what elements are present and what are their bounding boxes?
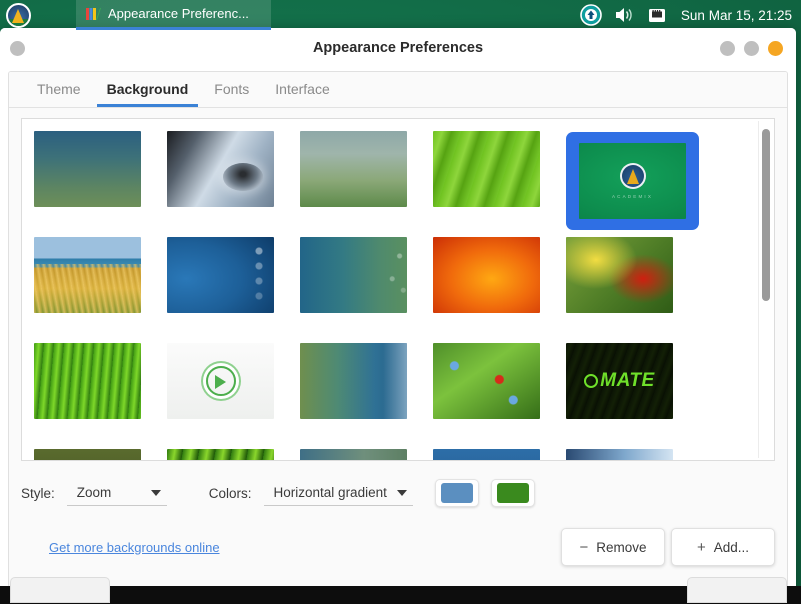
wallpaper-academix-logo-thumbnail: ACADEMIX — [579, 143, 686, 219]
wallpaper-light-blue[interactable] — [566, 449, 699, 460]
remove-button[interactable]: − Remove — [561, 528, 665, 566]
tab-theme[interactable]: Theme — [27, 77, 91, 107]
wallpaper-steel-blue[interactable] — [433, 449, 566, 460]
wallpaper-red-yellow-flower-thumbnail — [566, 237, 673, 313]
wallpaper-blue-wave-thumbnail — [167, 237, 274, 313]
window-control-buttons — [720, 40, 796, 56]
wallpaper-green-stripe-thumbnail — [167, 449, 274, 460]
tab-background[interactable]: Background — [96, 77, 199, 107]
wallpaper-ladybug-flowers-thumbnail — [433, 343, 540, 419]
scrollbar-thumb[interactable] — [762, 129, 770, 301]
primary-color-swatch — [440, 483, 473, 503]
clock[interactable]: Sun Mar 15, 21:25 — [681, 8, 792, 23]
appearance-preferences-window: Appearance Preferences Theme Background … — [0, 28, 796, 588]
background-options-row: Style: Zoom Colors: Horizontal gradient — [21, 469, 775, 517]
selection-frame: ACADEMIX — [566, 132, 699, 230]
network-icon[interactable] — [644, 2, 670, 28]
wallpaper-list-scrollbar[interactable] — [758, 121, 772, 458]
wallpaper-ladybug-flowers[interactable] — [433, 343, 566, 449]
wallpaper-grey-blue-thumbnail — [300, 449, 407, 460]
wallpaper-light-blue-thumbnail — [566, 449, 673, 460]
footer-buttons: − Remove + Add... — [561, 528, 775, 566]
minus-icon: − — [579, 538, 589, 556]
add-button-label: Add... — [713, 539, 750, 555]
wallpaper-list[interactable]: ACADEMIX MATE — [21, 118, 775, 461]
wallpaper-soft-green-haze-thumbnail — [300, 131, 407, 207]
appearance-preferences-icon — [85, 6, 101, 22]
wallpaper-green-grass-thumbnail — [34, 343, 141, 419]
window-titlebar[interactable]: Appearance Preferences — [0, 28, 796, 69]
bottom-panel — [0, 577, 801, 604]
wallpaper-beach-grass-thumbnail — [34, 237, 141, 313]
window-menu-button[interactable] — [10, 40, 25, 56]
wallpaper-water-drop[interactable] — [167, 131, 300, 237]
wallpaper-blue-wave[interactable] — [167, 237, 300, 343]
secondary-color-swatch — [496, 483, 529, 503]
mate-logo-text: MATE — [584, 370, 654, 392]
taskbar-item-appearance-preferences[interactable]: Appearance Preferenc... — [76, 0, 271, 30]
wallpaper-soft-green-haze[interactable] — [300, 131, 433, 237]
wallpaper-blue-green-gradient[interactable] — [34, 131, 167, 237]
wallpaper-mate-logo-thumbnail: MATE — [566, 343, 673, 419]
wallpaper-green-grass[interactable] — [34, 343, 167, 449]
maximize-button[interactable] — [744, 40, 759, 56]
minimize-button[interactable] — [720, 40, 735, 56]
wallpaper-orange-flower-thumbnail — [433, 237, 540, 313]
wallpaper-blue-green-gradient-thumbnail — [34, 131, 141, 207]
wallpaper-red-yellow-flower[interactable] — [566, 237, 699, 343]
bottom-panel-task-left[interactable] — [10, 577, 110, 603]
secondary-color-button[interactable] — [490, 479, 535, 507]
style-dropdown[interactable]: Zoom — [66, 480, 167, 506]
tab-fonts[interactable]: Fonts — [204, 77, 259, 107]
remove-button-label: Remove — [596, 539, 647, 555]
wallpaper-mate-logo[interactable]: MATE — [566, 343, 699, 449]
close-button[interactable] — [768, 40, 783, 56]
wallpaper-green-leaf-thumbnail — [433, 131, 540, 207]
linuxmint-logo-icon — [205, 366, 236, 396]
add-button[interactable]: + Add... — [671, 528, 775, 566]
get-more-backgrounds-link[interactable]: Get more backgrounds online — [49, 540, 220, 555]
colors-dropdown-value: Horizontal gradient — [273, 485, 387, 500]
bottom-panel-task-right[interactable] — [687, 577, 787, 603]
chevron-down-icon — [396, 489, 407, 496]
software-updater-icon[interactable] — [578, 2, 604, 28]
volume-icon[interactable] — [611, 2, 637, 28]
tab-interface[interactable]: Interface — [265, 77, 339, 107]
wallpaper-green-stripe[interactable] — [167, 449, 300, 460]
system-tray: Sun Mar 15, 21:25 — [578, 2, 801, 28]
window-content: Theme Background Fonts Interface ACADEMI… — [8, 71, 788, 588]
wallpaper-orange-flower[interactable] — [433, 237, 566, 343]
style-label: Style: — [21, 485, 55, 501]
footer-row: Get more backgrounds online − Remove + A… — [21, 517, 775, 577]
plus-icon: + — [696, 538, 706, 556]
colors-label: Colors: — [208, 485, 252, 501]
wallpaper-green-leaf[interactable] — [433, 131, 566, 237]
wallpaper-academix-logo[interactable]: ACADEMIX — [566, 131, 699, 237]
wallpaper-teal-gradient[interactable] — [300, 237, 433, 343]
wallpaper-green-blue-gradient-thumbnail — [300, 343, 407, 419]
wallpaper-grid: ACADEMIX MATE — [22, 119, 756, 460]
wallpaper-beach-grass[interactable] — [34, 237, 167, 343]
wallpaper-olive-field-thumbnail — [34, 449, 141, 460]
window-title: Appearance Preferences — [312, 40, 484, 56]
top-panel: Appearance Preferenc... Sun Mar 15, 21:2… — [0, 0, 801, 30]
mate-menu-logo-icon[interactable] — [3, 0, 33, 30]
academix-logo-text: ACADEMIX — [611, 194, 654, 199]
wallpaper-mint-logo-thumbnail — [167, 343, 274, 419]
academix-logo-icon — [619, 163, 646, 189]
wallpaper-steel-blue-thumbnail — [433, 449, 540, 460]
tab-bar: Theme Background Fonts Interface — [9, 72, 787, 108]
primary-color-button[interactable] — [434, 479, 479, 507]
style-dropdown-value: Zoom — [76, 485, 112, 500]
wallpaper-grey-blue[interactable] — [300, 449, 433, 460]
colors-dropdown[interactable]: Horizontal gradient — [263, 480, 413, 506]
wallpaper-teal-gradient-thumbnail — [300, 237, 407, 313]
wallpaper-water-drop-thumbnail — [167, 131, 274, 207]
chevron-down-icon — [150, 489, 161, 496]
taskbar-item-label: Appearance Preferenc... — [108, 6, 249, 21]
wallpaper-olive-field[interactable] — [34, 449, 167, 460]
wallpaper-mint-logo[interactable] — [167, 343, 300, 449]
wallpaper-green-blue-gradient[interactable] — [300, 343, 433, 449]
mate-mark-icon — [584, 374, 599, 388]
